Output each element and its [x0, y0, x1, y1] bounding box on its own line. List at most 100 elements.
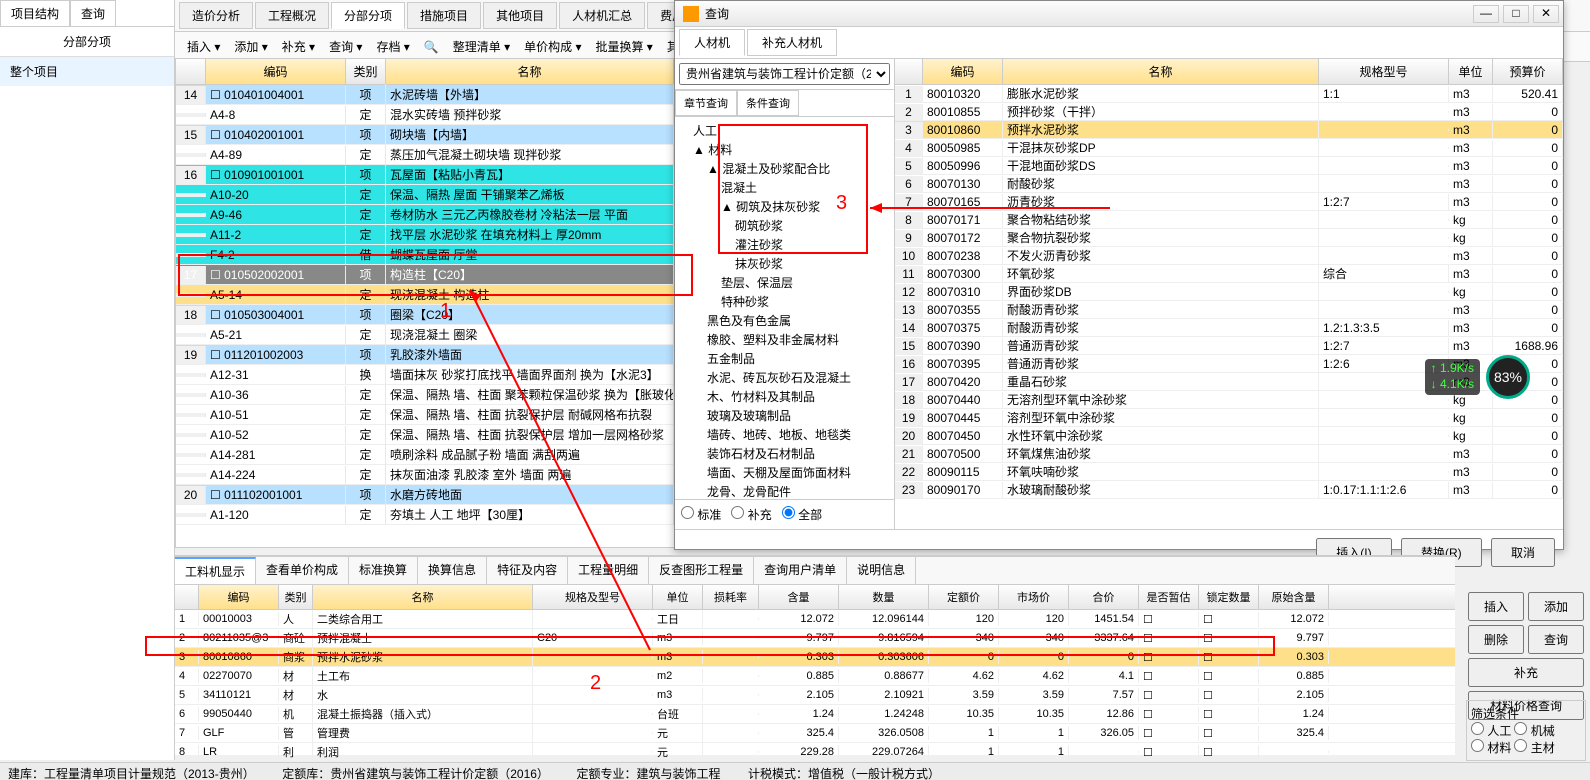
right-btn-1[interactable]: 添加 [1528, 592, 1584, 621]
btm-col-12[interactable]: 是否暂估 [1139, 585, 1199, 609]
grid-row[interactable]: A9-46定卷材防水 三元乙丙橡胶卷材 冷粘法一层 平面 [176, 205, 674, 225]
tree-node[interactable]: 混凝土 [679, 178, 890, 197]
material-row[interactable]: 1480070375耐酸沥青砂浆1.2:1.3:3.5m30 [895, 319, 1563, 337]
btm-col-10[interactable]: 市场价 [999, 585, 1069, 609]
btm-tab-8[interactable]: 说明信息 [847, 557, 916, 584]
btm-col-11[interactable]: 合价 [1069, 585, 1139, 609]
btm-tab-7[interactable]: 查询用户清单 [754, 557, 847, 584]
top-tab-4[interactable]: 其他项目 [483, 2, 557, 29]
material-row[interactable]: 980070172聚合物抗裂砂浆kg0 [895, 229, 1563, 247]
radio-std[interactable]: 标准 [681, 506, 721, 523]
toolbar-item-6[interactable]: 整理清单 ▾ [449, 36, 514, 57]
dcol-unit[interactable]: 单位 [1449, 59, 1493, 84]
btm-tab-1[interactable]: 查看单价构成 [256, 557, 349, 584]
close-button[interactable]: ✕ [1533, 5, 1559, 23]
subtab-condition[interactable]: 条件查询 [737, 90, 799, 116]
btm-row[interactable]: 280211035@3商砼预拌混凝土C20m39.7979.8165943403… [175, 629, 1455, 648]
grid-row[interactable]: A10-36定保温、隔热 墙、柱面 聚苯颗粒保温砂浆 换为【胀玻化微珠保温浆料】 [176, 385, 674, 405]
filter-labor[interactable]: 人工 [1471, 724, 1511, 738]
cancel-button[interactable]: 取消 [1491, 538, 1555, 567]
grid-row[interactable]: 19☐ 011201002003项乳胶漆外墙面 [176, 345, 674, 365]
filter-main[interactable]: 主材 [1514, 741, 1554, 755]
material-row[interactable]: 880070171聚合物粘结砂浆kg0 [895, 211, 1563, 229]
btm-tab-5[interactable]: 工程量明细 [568, 557, 649, 584]
tree-node[interactable]: 水泥、砖瓦灰砂石及混凝土 [679, 368, 890, 387]
btm-tab-2[interactable]: 标准换算 [349, 557, 418, 584]
btm-row[interactable]: 8LR利利润元229.28229.0726411☐☐ [175, 743, 1455, 762]
tab-structure[interactable]: 项目结构 [0, 0, 70, 26]
tree-node[interactable]: 黑色及有色金属 [679, 311, 890, 330]
subtab-chapter[interactable]: 章节查询 [675, 90, 737, 116]
btm-tab-6[interactable]: 反查图形工程量 [649, 557, 754, 584]
btm-row[interactable]: 534110121材水m32.1052.109213.593.597.57☐☐2… [175, 686, 1455, 705]
material-row[interactable]: 1280070310界面砂浆DBkg0 [895, 283, 1563, 301]
material-row[interactable]: 1180070300环氧砂浆综合m30 [895, 265, 1563, 283]
btm-row[interactable]: 7GLF管管理费元325.4326.050811326.05☐☐325.4 [175, 724, 1455, 743]
btm-col-7[interactable]: 含量 [759, 585, 839, 609]
toolbar-item-0[interactable]: 插入 ▾ [183, 36, 224, 57]
grid-row[interactable]: A12-31换墙面抹灰 砂浆打底找平 墙面界面剂 换为【水泥3】 [176, 365, 674, 385]
grid-row[interactable]: A11-2定找平层 水泥砂浆 在填充材料上 厚20mm [176, 225, 674, 245]
category-tree[interactable]: 人工▲ 材料▲ 混凝土及砂浆配合比混凝土▲ 砌筑及抹灰砂浆砌筑砂浆灌注砂浆抹灰砂… [675, 117, 894, 499]
tree-node[interactable]: ▲ 砌筑及抹灰砂浆 [679, 197, 890, 216]
btm-col-6[interactable]: 损耗率 [703, 585, 759, 609]
dcol-spec[interactable]: 规格型号 [1319, 59, 1449, 84]
tree-node[interactable]: 五金制品 [679, 349, 890, 368]
tree-node[interactable]: 橡胶、塑料及非金属材料 [679, 330, 890, 349]
toolbar-item-1[interactable]: 添加 ▾ [230, 36, 271, 57]
tree-node[interactable]: 墙面、天棚及屋面饰面材料 [679, 463, 890, 482]
grid-row[interactable]: A5-14定现浇混凝土 构造柱 [176, 285, 674, 305]
material-row[interactable]: 180010320膨胀水泥砂浆1:1m3520.41 [895, 85, 1563, 103]
radio-supp[interactable]: 补充 [731, 506, 771, 523]
grid-row[interactable]: A10-20定保温、隔热 屋面 干铺聚苯乙烯板 [176, 185, 674, 205]
material-row[interactable]: 780070165沥青砂浆1:2:7m30 [895, 193, 1563, 211]
speed-circle[interactable]: 83% [1486, 355, 1530, 399]
btm-tab-0[interactable]: 工料机显示 [175, 557, 256, 584]
dcol-price[interactable]: 预算价 [1493, 59, 1563, 84]
tree-node[interactable]: ▲ 混凝土及砂浆配合比 [679, 159, 890, 178]
toolbar-item-5[interactable]: 🔍 [420, 38, 443, 56]
material-row[interactable]: 2080070450水性环氧中涂砂浆kg0 [895, 427, 1563, 445]
btm-col-0[interactable] [175, 585, 199, 609]
filter-machine[interactable]: 机械 [1514, 724, 1554, 738]
grid-row[interactable]: A5-21定现浇混凝土 圈梁 [176, 325, 674, 345]
top-tab-0[interactable]: 造价分析 [179, 2, 253, 29]
minimize-button[interactable]: — [1473, 5, 1499, 23]
radio-all[interactable]: 全部 [782, 506, 822, 523]
material-row[interactable]: 2380090170水玻璃耐酸砂浆1:0.17:1.1:1:2.6m30 [895, 481, 1563, 499]
col-type[interactable]: 类别 [346, 59, 386, 84]
grid-row[interactable]: A10-51定保温、隔热 墙、柱面 抗裂保护层 耐碱网格布抗裂 [176, 405, 674, 425]
tab-query[interactable]: 查询 [70, 0, 116, 26]
grid-row[interactable]: A14-281定喷刷涂料 成品腻子粉 墙面 满刮两遍 [176, 445, 674, 465]
bottom-grid-body[interactable]: 100010003人二类综合用工工日12.07212.0961441201201… [175, 610, 1455, 762]
btm-col-1[interactable]: 编码 [199, 585, 279, 609]
tree-node[interactable]: 装饰石材及石材制品 [679, 444, 890, 463]
right-btn-4[interactable]: 补充 [1468, 658, 1584, 687]
grid-row[interactable]: 17☐ 010502002001项构造柱【C20】 [176, 265, 674, 285]
tree-node[interactable]: 抹灰砂浆 [679, 254, 890, 273]
grid-row[interactable]: 15☐ 010402001001项砌块墙【内墙】 [176, 125, 674, 145]
tree-node[interactable]: 垫层、保温层 [679, 273, 890, 292]
dialog-titlebar[interactable]: 查询 — □ ✕ [675, 1, 1563, 27]
btm-tab-4[interactable]: 特征及内容 [487, 557, 568, 584]
btm-row[interactable]: 402270070材土工布m20.8850.886774.624.624.1☐☐… [175, 667, 1455, 686]
col-name[interactable]: 名称 [386, 59, 674, 84]
btm-row[interactable]: 699050440机混凝土振捣器（插入式）台班1.241.2424810.351… [175, 705, 1455, 724]
dlg-tab-supp[interactable]: 补充人材机 [747, 29, 837, 56]
tree-node[interactable]: 墙砖、地砖、地板、地毯类 [679, 425, 890, 444]
norm-select[interactable]: 贵州省建筑与装饰工程计价定额（201 [679, 63, 890, 85]
material-row[interactable]: 1980070445溶剂型环氧中涂砂浆kg0 [895, 409, 1563, 427]
right-btn-2[interactable]: 删除 [1468, 625, 1524, 654]
right-btn-0[interactable]: 插入 [1468, 592, 1524, 621]
grid-row[interactable]: A10-52定保温、隔热 墙、柱面 抗裂保护层 增加一层网格砂浆 [176, 425, 674, 445]
material-row[interactable]: 2280090115环氧呋喃砂浆m30 [895, 463, 1563, 481]
dcol-name[interactable]: 名称 [1003, 59, 1319, 84]
left-item-project[interactable]: 整个项目 [0, 57, 174, 86]
grid-row[interactable]: A4-89定蒸压加气混凝土砌块墙 现拌砂浆 [176, 145, 674, 165]
top-tab-1[interactable]: 工程概况 [255, 2, 329, 29]
toolbar-item-8[interactable]: 批量换算 ▾ [591, 36, 656, 57]
main-grid-body[interactable]: 14☐ 010401004001项水泥砖墙【外墙】 A4-8定混水实砖墙 预拌砂… [176, 85, 674, 525]
top-tab-2[interactable]: 分部分项 [331, 2, 405, 29]
grid-row[interactable]: A14-224定抹灰面油漆 乳胶漆 室外 墙面 两遍 [176, 465, 674, 485]
toolbar-item-7[interactable]: 单价构成 ▾ [520, 36, 585, 57]
